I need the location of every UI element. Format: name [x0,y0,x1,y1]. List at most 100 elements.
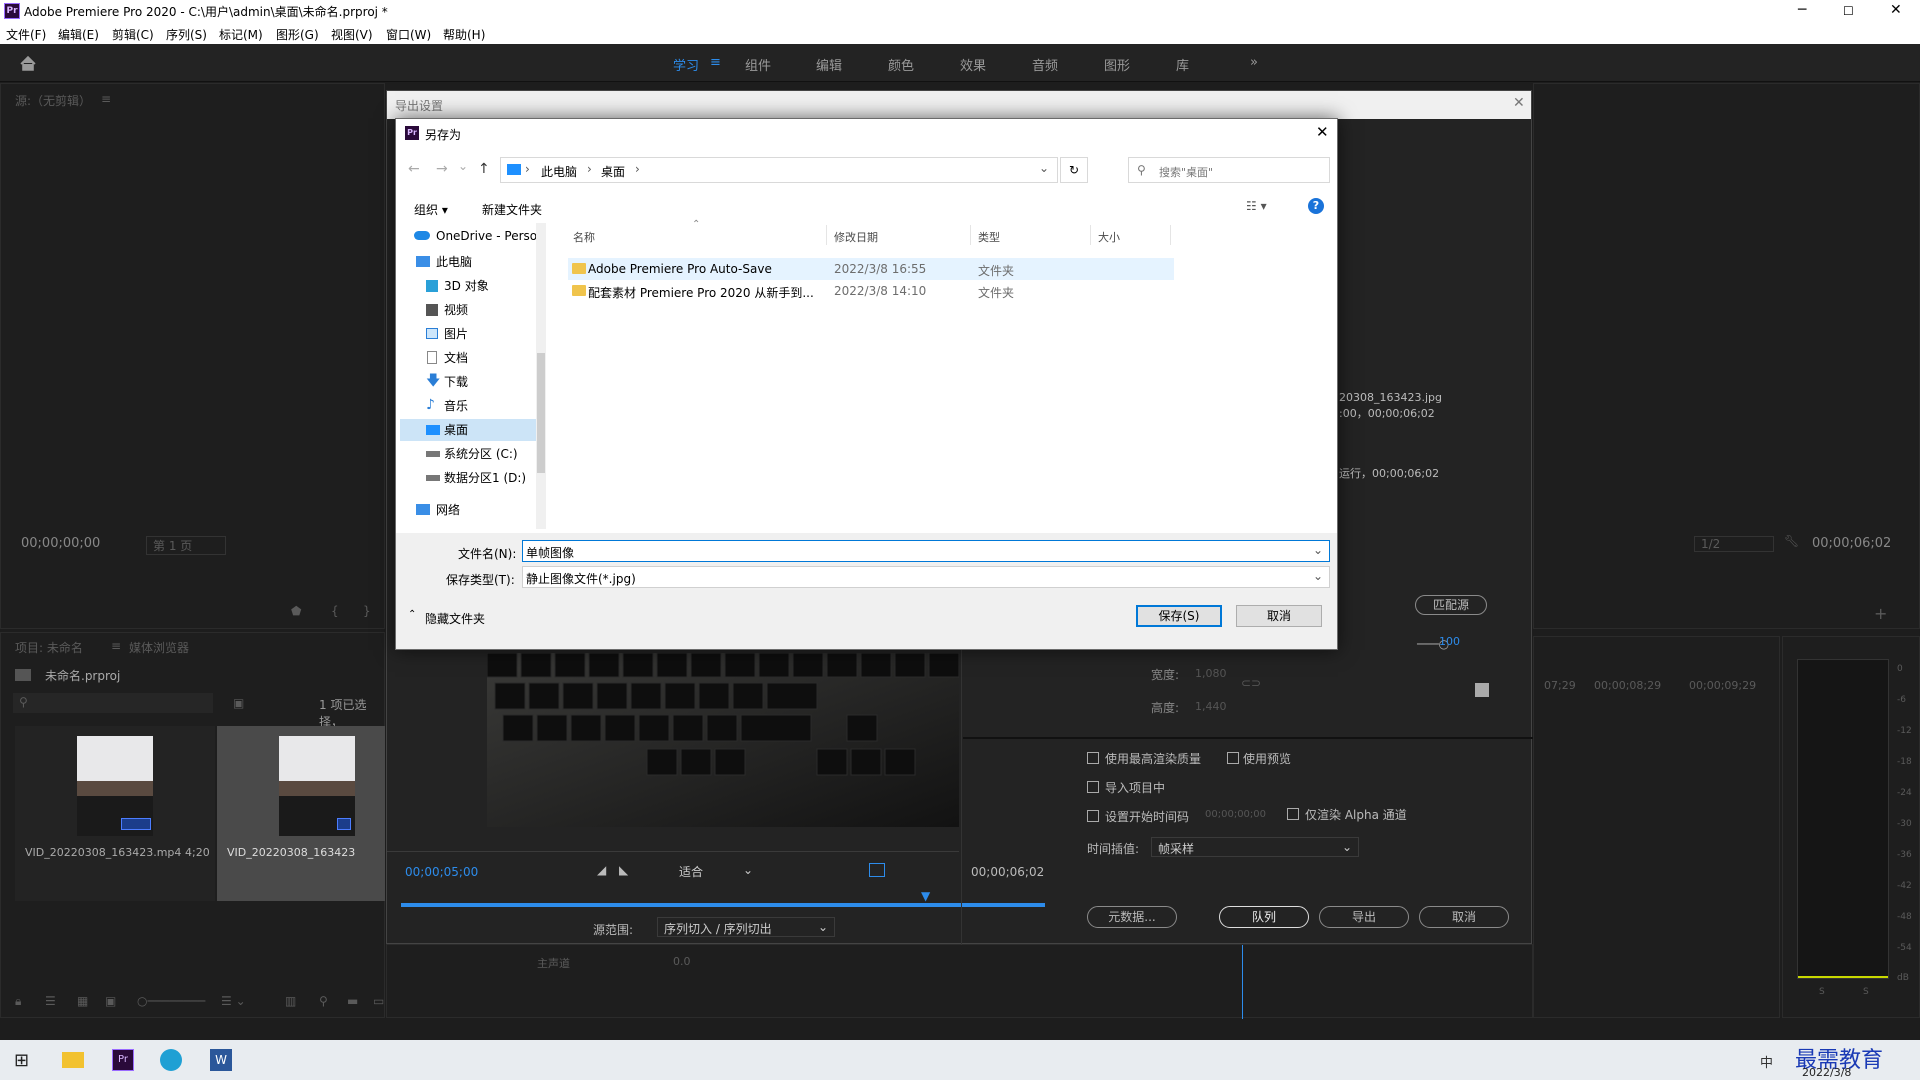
premiere-taskbar-icon[interactable]: Pr [112,1049,134,1071]
back-button[interactable]: ← [408,161,420,177]
link-icon[interactable]: ⊂⊃ [1241,676,1261,690]
start-timecode-value[interactable]: 00;00;00;00 [1205,809,1266,820]
nav-item-documents[interactable]: 文档 [400,347,538,369]
nav-item-drive-d[interactable]: 数据分区1 (D:) [400,467,538,489]
breadcrumb-desktop[interactable]: 桌面 [601,163,625,180]
aspect-toggle-icon[interactable] [869,863,885,877]
project-item-selected[interactable]: VID_20220308_163423 [217,726,385,901]
media-browser-tab[interactable]: 媒体浏览器 [129,639,189,656]
source-timecode[interactable]: 00;00;00;00 [21,536,100,551]
nav-item-this-pc[interactable]: 此电脑 [400,251,538,273]
automate-icon[interactable]: ▥ [285,994,296,1008]
scale-value[interactable]: 100 [1439,635,1460,648]
add-button-icon[interactable]: + [1874,604,1887,623]
lock-icon[interactable]: 🔒︎ [15,994,21,1009]
workspace-more-icon[interactable]: » [1250,55,1258,70]
home-icon[interactable] [20,56,36,71]
set-in-icon[interactable]: ◢ [597,863,606,877]
use-preview-checkbox[interactable] [1227,752,1239,764]
workspace-assembly[interactable]: 组件 [745,55,771,74]
refresh-button[interactable]: ↻ [1060,157,1088,183]
queue-button[interactable]: 队列 [1219,906,1309,928]
menu-markers[interactable]: 标记(M) [219,26,263,43]
file-type-select[interactable]: 静止图像文件(*.jpg) ⌄ [522,566,1330,588]
workspace-menu-icon[interactable]: ≡ [710,55,721,70]
workspace-editing[interactable]: 编辑 [816,55,842,74]
project-item[interactable]: VID_20220308_163423.mp4 4;20 [15,726,215,901]
menu-edit[interactable]: 编辑(E) [58,26,99,43]
source-range-select[interactable]: 序列切入 / 序列切出 ⌄ [657,917,835,937]
export-cancel-button[interactable]: 取消 [1419,906,1509,928]
out-point-icon[interactable]: } [363,604,371,618]
project-tab[interactable]: 项目: 未命名 [15,639,83,656]
export-range-bar[interactable] [401,903,1045,907]
zoom-slider[interactable]: ○──────── [137,994,205,1008]
hide-folders-button[interactable]: 隐藏文件夹 [425,610,485,627]
view-options-button[interactable]: ☷ ▾ [1246,199,1267,213]
icon-view-icon[interactable]: ▦ [77,994,88,1008]
workspace-libraries[interactable]: 库 [1176,55,1189,74]
alpha-only-checkbox[interactable] [1287,808,1299,820]
in-point-icon[interactable]: { [331,604,339,618]
organize-button[interactable]: 组织 ▾ [414,201,448,218]
column-type[interactable]: 类型 [978,229,1000,245]
wrench-icon[interactable]: 🔧︎ [1784,534,1799,548]
close-button[interactable]: ✕ [1890,2,1902,18]
address-bar[interactable]: › 此电脑 › 桌面 › ⌄ [500,157,1058,183]
workspace-graphics[interactable]: 图形 [1104,55,1130,74]
minimize-button[interactable]: ─ [1798,2,1806,18]
menu-clip[interactable]: 剪辑(C) [112,26,154,43]
file-explorer-icon[interactable] [62,1052,84,1068]
sort-icon[interactable]: ☰ ⌄ [221,994,246,1008]
column-date[interactable]: 修改日期 [834,229,878,245]
new-item-icon[interactable]: ▭ [373,994,384,1008]
solo-left-button[interactable]: S [1819,987,1825,997]
import-project-checkbox[interactable] [1087,781,1099,793]
file-name-input[interactable]: 单帧图像 ⌄ [522,540,1330,562]
nav-item-music[interactable]: ♪ 音乐 [400,395,538,417]
menu-help[interactable]: 帮助(H) [443,26,485,43]
interpolation-select[interactable]: 帧采样 ⌄ [1151,837,1359,857]
new-folder-button[interactable]: 新建文件夹 [482,201,542,218]
file-row[interactable]: Adobe Premiere Pro Auto-Save 2022/3/8 16… [568,258,1174,280]
height-value[interactable]: 1,440 [1195,700,1227,713]
fit-select[interactable]: 适合 [679,863,703,880]
maximize-button[interactable]: ☐ [1843,4,1854,18]
list-view-icon[interactable]: ☰ [45,994,56,1008]
nav-item-network[interactable]: 网络 [400,499,538,521]
address-dropdown-button[interactable]: ⌄ [1039,161,1049,175]
set-out-icon[interactable]: ◣ [619,863,628,877]
menu-window[interactable]: 窗口(W) [386,26,431,43]
project-search-input[interactable]: ⚲ [13,693,213,713]
menu-graphics[interactable]: 图形(G) [276,26,319,43]
up-button[interactable]: ↑ [478,161,490,177]
breadcrumb-this-pc[interactable]: 此电脑 [541,163,577,180]
export-button[interactable]: 导出 [1319,906,1409,928]
new-bin-icon[interactable]: ▣ [233,696,244,710]
solo-right-button[interactable]: S [1863,987,1869,997]
menu-sequence[interactable]: 序列(S) [166,26,207,43]
export-start-timecode[interactable]: 00;00;05;00 [405,865,478,879]
nav-item-3d-objects[interactable]: 3D 对象 [400,275,538,297]
nav-item-desktop[interactable]: 桌面 [400,419,538,441]
source-panel-menu-icon[interactable]: ≡ [101,92,111,106]
find-icon[interactable]: ⚲ [319,994,328,1008]
marker-icon[interactable]: ⬟ [291,604,301,618]
help-button[interactable]: ? [1308,198,1324,214]
menu-file[interactable]: 文件(F) [6,26,46,43]
start-timecode-checkbox[interactable] [1087,810,1099,822]
project-tab-menu-icon[interactable]: ≡ [111,639,121,653]
windows-start-icon[interactable]: ⊞ [14,1050,29,1071]
word-icon[interactable]: W [210,1049,232,1071]
edge-browser-icon[interactable] [160,1049,182,1071]
nav-item-drive-c[interactable]: 系统分区 (C:) [400,443,538,465]
file-row[interactable]: 配套素材 Premiere Pro 2020 从新手到... 2022/3/8 … [568,280,1174,302]
save-button[interactable]: 保存(S) [1136,605,1222,627]
column-name[interactable]: 名称 [573,229,595,245]
cancel-button[interactable]: 取消 [1236,605,1322,627]
export-close-button[interactable]: ✕ [1513,95,1525,111]
ime-indicator[interactable]: 中 [1760,1052,1773,1071]
forward-button[interactable]: → [436,161,448,177]
metadata-button[interactable]: 元数据... [1087,906,1177,928]
nav-item-videos[interactable]: 视频 [400,299,538,321]
